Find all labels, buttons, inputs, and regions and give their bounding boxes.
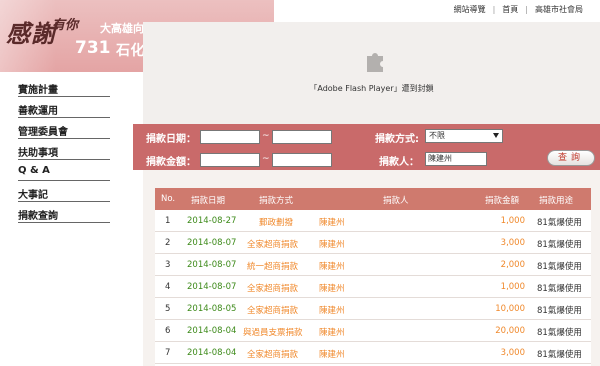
cell-method: 全家超商捐款 <box>247 306 299 316</box>
cell-method: 郵政劃撥 <box>259 218 294 228</box>
cell-amount: 3,000 <box>500 348 525 358</box>
cell-date: 2014-08-04 <box>187 326 237 336</box>
cell-method: 全家超商捐款 <box>247 284 299 294</box>
table-header: No. 捐款日期 捐款方式 捐款人 捐款金額 捐款用途 <box>155 188 591 210</box>
logo-subtext: 有你 <box>52 18 79 33</box>
cell-date: 2014-08-04 <box>187 348 237 358</box>
top-links: 網站導覽 | 首頁 | 高雄市社會局 <box>447 4 590 15</box>
flash-placeholder[interactable]: 「Adobe Flash Player」遭到封鎖 <box>143 22 600 124</box>
cell-no: 1 <box>165 216 171 226</box>
chevron-down-icon <box>493 133 499 138</box>
cell-date: 2014-08-07 <box>187 260 237 270</box>
cell-date: 2014-08-07 <box>187 238 237 248</box>
date-to-input[interactable] <box>272 130 332 144</box>
col-method: 捐款方式 <box>259 196 294 206</box>
cell-no: 3 <box>165 260 171 270</box>
cell-donor: 陳建州 <box>319 328 345 338</box>
sidebar: 實施計畫 善款運用 管理委員會 扶助事項 Q & A 大事記 捐款查詢 <box>0 72 143 366</box>
cell-method: 與過員支票捐款 <box>243 328 303 338</box>
donor-input[interactable]: 陳建州 <box>425 152 487 166</box>
method-select-value: 不限 <box>429 131 445 140</box>
sidebar-item-usage[interactable]: 善款運用 <box>18 97 110 118</box>
col-amount: 捐款金額 <box>485 196 520 206</box>
cell-method: 全家超商捐款 <box>247 240 299 250</box>
cell-date: 2014-08-05 <box>187 304 237 314</box>
flash-blocked-message: 「Adobe Flash Player」遭到封鎖 <box>309 84 434 93</box>
sidebar-item-events[interactable]: 大事記 <box>18 181 110 202</box>
cell-donor: 陳建州 <box>319 218 345 228</box>
cell-amount: 1,000 <box>500 282 525 292</box>
table-row: 5 2014-08-05 全家超商捐款 陳建州 10,000 81氣爆使用 <box>155 298 591 320</box>
amount-to-input[interactable] <box>272 153 332 167</box>
cell-no: 6 <box>165 326 171 336</box>
cell-amount: 1,000 <box>500 216 525 226</box>
col-donor: 捐款人 <box>383 196 409 206</box>
table-row: 2 2014-08-07 全家超商捐款 陳建州 3,000 81氣爆使用 <box>155 232 591 254</box>
cell-donor: 陳建州 <box>319 240 345 250</box>
table-row: 3 2014-08-07 統一超商捐款 陳建州 2,000 81氣爆使用 <box>155 254 591 276</box>
date-from-input[interactable] <box>200 130 260 144</box>
results-area: No. 捐款日期 捐款方式 捐款人 捐款金額 捐款用途 1 2014-08-27… <box>143 170 600 366</box>
logo-number: 731 <box>75 38 111 58</box>
cell-no: 2 <box>165 238 171 248</box>
cell-method: 統一超商捐款 <box>247 262 299 272</box>
col-date: 捐款日期 <box>191 196 226 206</box>
cell-no: 7 <box>165 348 171 358</box>
cell-no: 5 <box>165 304 171 314</box>
cell-no: 4 <box>165 282 171 292</box>
cell-donor: 陳建州 <box>319 306 345 316</box>
cell-donor: 陳建州 <box>319 262 345 272</box>
method-select[interactable]: 不限 <box>425 129 503 143</box>
sidebar-item-assistance[interactable]: 扶助事項 <box>18 139 110 160</box>
amount-range-tilde: ~ <box>262 154 270 164</box>
cell-donor: 陳建州 <box>319 284 345 294</box>
sidebar-item-qa[interactable]: Q & A <box>18 160 110 181</box>
cell-amount: 2,000 <box>500 260 525 270</box>
cell-amount: 3,000 <box>500 238 525 248</box>
donation-table: No. 捐款日期 捐款方式 捐款人 捐款金額 捐款用途 1 2014-08-27… <box>155 188 591 366</box>
table-row: 1 2014-08-27 郵政劃撥 陳建州 1,000 81氣爆使用 <box>155 210 591 232</box>
cell-use: 81氣爆使用 <box>537 262 582 272</box>
date-label: 捐款日期： <box>146 134 196 145</box>
top-link-home[interactable]: 首頁 <box>495 4 525 15</box>
cell-use: 81氣爆使用 <box>537 218 582 228</box>
sidebar-item-plan[interactable]: 實施計畫 <box>18 76 110 97</box>
col-use: 捐款用途 <box>539 196 574 206</box>
cell-use: 81氣爆使用 <box>537 328 582 338</box>
cell-amount: 20,000 <box>495 326 525 336</box>
sidebar-item-committee[interactable]: 管理委員會 <box>18 118 110 139</box>
donor-label: 捐款人： <box>379 157 419 168</box>
col-no: No. <box>161 194 176 204</box>
logo-text: 感謝 <box>6 19 56 48</box>
date-range-tilde: ~ <box>262 131 270 141</box>
table-row: 6 2014-08-04 與過員支票捐款 陳建州 20,000 81氣爆使用 <box>155 320 591 342</box>
cell-use: 81氣爆使用 <box>537 306 582 316</box>
top-link-social-bureau[interactable]: 高雄市社會局 <box>528 4 590 15</box>
plugin-icon <box>367 53 383 72</box>
amount-from-input[interactable] <box>200 153 260 167</box>
cell-use: 81氣爆使用 <box>537 240 582 250</box>
cell-date: 2014-08-07 <box>187 282 237 292</box>
method-label: 捐款方式: <box>375 134 419 145</box>
search-panel: 捐款日期： ~ 捐款方式: 不限 捐款金額： ~ 捐款人： 陳建州 查詢 <box>133 124 600 170</box>
top-link-sitemap[interactable]: 網站導覽 <box>447 4 493 15</box>
amount-label: 捐款金額： <box>146 157 196 168</box>
table-row: 7 2014-08-04 全家超商捐款 陳建州 3,000 81氣爆使用 <box>155 342 591 364</box>
cell-use: 81氣爆使用 <box>537 350 582 360</box>
cell-donor: 陳建州 <box>319 350 345 360</box>
cell-use: 81氣爆使用 <box>537 284 582 294</box>
sidebar-item-donation-search[interactable]: 捐款查詢 <box>18 202 110 223</box>
cell-date: 2014-08-27 <box>187 216 237 226</box>
cell-method: 全家超商捐款 <box>247 350 299 360</box>
cell-amount: 10,000 <box>495 304 525 314</box>
table-row: 4 2014-08-07 全家超商捐款 陳建州 1,000 81氣爆使用 <box>155 276 591 298</box>
query-button[interactable]: 查詢 <box>547 150 595 166</box>
